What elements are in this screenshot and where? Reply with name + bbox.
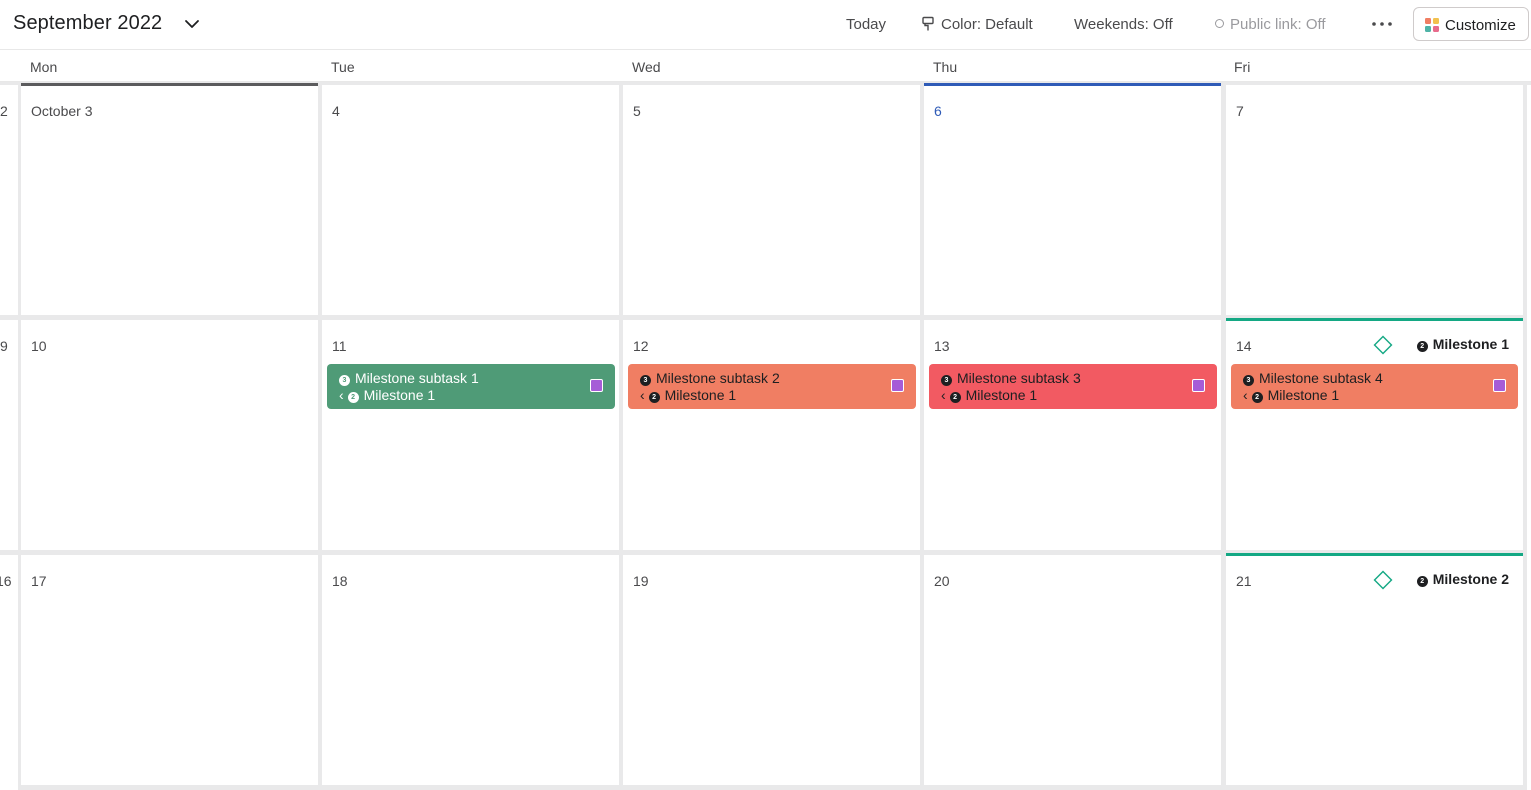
day-header-row: Mon Tue Wed Thu Fri [0,51,1531,82]
milestone-badge: 2 [1416,341,1428,352]
milestone-badge: 2 [949,392,961,403]
task-title: Milestone subtask 1 [355,370,479,386]
milestone-badge: 2 [1416,576,1428,587]
task-title: Milestone subtask 3 [957,370,1081,386]
day-number: 18 [332,573,348,589]
day-number: 2 [0,103,8,119]
day-header-thu: Thu [933,59,958,75]
task-title: Milestone subtask 2 [656,370,780,386]
subtask-badge: 3 [640,375,651,386]
task-card[interactable]: 3 Milestone subtask 3 ‹ 2 Milestone 1 [929,364,1217,409]
day-cell[interactable]: 4 [322,85,619,315]
day-cell[interactable]: 14 2 Milestone 1 3 Milestone subtask 4 ‹ 2… [1226,318,1523,550]
day-number: 20 [934,573,950,589]
day-cell[interactable]: 18 [322,555,619,785]
day-number: October 3 [31,103,93,119]
day-number: 13 [934,338,950,354]
task-parent: Milestone 1 [1267,387,1340,403]
circle-icon [1215,19,1224,28]
project-color-icon [1192,379,1205,392]
month-title[interactable]: September 2022 [13,12,162,35]
day-number: 10 [31,338,47,354]
parent-arrow-icon: ‹ [640,387,649,403]
day-cell[interactable]: 17 [21,555,318,785]
day-number: 17 [31,573,47,589]
edge-cell: 2 [0,85,18,315]
day-number: 19 [633,573,649,589]
customize-button[interactable]: Customize [1413,7,1529,41]
milestone-badge: 2 [1251,392,1263,403]
day-header-mon: Mon [30,59,58,75]
parent-arrow-icon: ‹ [339,387,348,403]
milestone-title: Milestone 1 [1432,336,1509,352]
day-number: 12 [633,338,649,354]
calendar-toolbar: September 2022 Today Color: Default Week… [0,0,1531,50]
task-parent: Milestone 1 [363,387,436,403]
milestone-indicator-line [1226,318,1523,321]
public-link-label: Public link: Off [1230,16,1326,33]
project-color-icon [891,379,904,392]
subtask-badge: 3 [941,375,952,386]
edge-cell: 16 [0,555,18,790]
milestone-item[interactable]: 2 Milestone 1 [1373,335,1509,355]
day-number: 14 [1236,338,1252,354]
day-header-tue: Tue [331,59,355,75]
day-cell[interactable]: 21 2 Milestone 2 [1226,553,1523,785]
day-header-fri: Fri [1234,59,1251,75]
day-cell[interactable]: 20 [924,555,1221,785]
edge-cell [1527,85,1531,790]
day-number: 16 [0,573,12,589]
task-title: Milestone subtask 4 [1259,370,1383,386]
task-card[interactable]: 3 Milestone subtask 1 ‹ 2 Milestone 1 [327,364,615,409]
today-button[interactable]: Today [846,16,886,33]
day-cell[interactable]: 19 [623,555,920,785]
day-header-wed: Wed [632,59,661,75]
paint-brush-icon [922,16,934,31]
color-button[interactable]: Color: Default [920,16,1033,33]
day-number: 7 [1236,103,1244,119]
day-cell[interactable]: 11 3 Milestone subtask 1 ‹ 2 Milestone 1 [322,320,619,550]
project-color-icon [590,379,603,392]
week-start-line [21,83,318,86]
task-card[interactable]: 3 Milestone subtask 4 ‹ 2 Milestone 1 [1231,364,1518,409]
milestone-item[interactable]: 2 Milestone 2 [1373,570,1509,590]
day-number: 9 [0,338,8,354]
chevron-down-icon[interactable] [183,15,201,33]
more-options-icon[interactable] [1370,12,1394,36]
day-cell[interactable]: 13 3 Milestone subtask 3 ‹ 2 Milestone 1 [924,320,1221,550]
color-label: Color: Default [941,16,1033,33]
weekends-toggle[interactable]: Weekends: Off [1074,16,1173,33]
customize-grid-icon [1425,18,1439,32]
parent-arrow-icon: ‹ [1243,387,1252,403]
day-number: 21 [1236,573,1252,589]
day-cell[interactable]: October 3 [21,83,318,315]
subtask-badge: 3 [1243,375,1254,386]
task-parent: Milestone 1 [965,387,1038,403]
day-number: 5 [633,103,641,119]
day-cell[interactable]: 10 [21,320,318,550]
edge-cell: 9 [0,320,18,550]
milestone-badge: 2 [648,392,660,403]
day-number: 11 [332,338,347,354]
day-cell-today[interactable]: 6 [924,83,1221,315]
day-number: 4 [332,103,340,119]
milestone-diamond-icon [1373,570,1393,590]
task-card[interactable]: 3 Milestone subtask 2 ‹ 2 Milestone 1 [628,364,916,409]
day-cell[interactable]: 7 [1226,85,1523,315]
day-number: 6 [934,103,942,119]
parent-arrow-icon: ‹ [941,387,950,403]
milestone-title: Milestone 2 [1432,571,1509,587]
milestone-indicator-line [1226,553,1523,556]
project-color-icon [1493,379,1506,392]
customize-label: Customize [1445,17,1516,34]
day-cell[interactable]: 12 3 Milestone subtask 2 ‹ 2 Milestone 1 [623,320,920,550]
today-indicator-line [924,83,1221,86]
day-cell[interactable]: 5 [623,85,920,315]
milestone-badge: 2 [347,392,359,403]
milestone-diamond-icon [1373,335,1393,355]
public-link-toggle[interactable]: Public link: Off [1215,16,1326,33]
calendar-grid: 2 9 16 October 3 4 5 6 7 10 11 3 Mileston… [0,82,1531,790]
task-parent: Milestone 1 [664,387,737,403]
subtask-badge: 3 [339,375,350,386]
